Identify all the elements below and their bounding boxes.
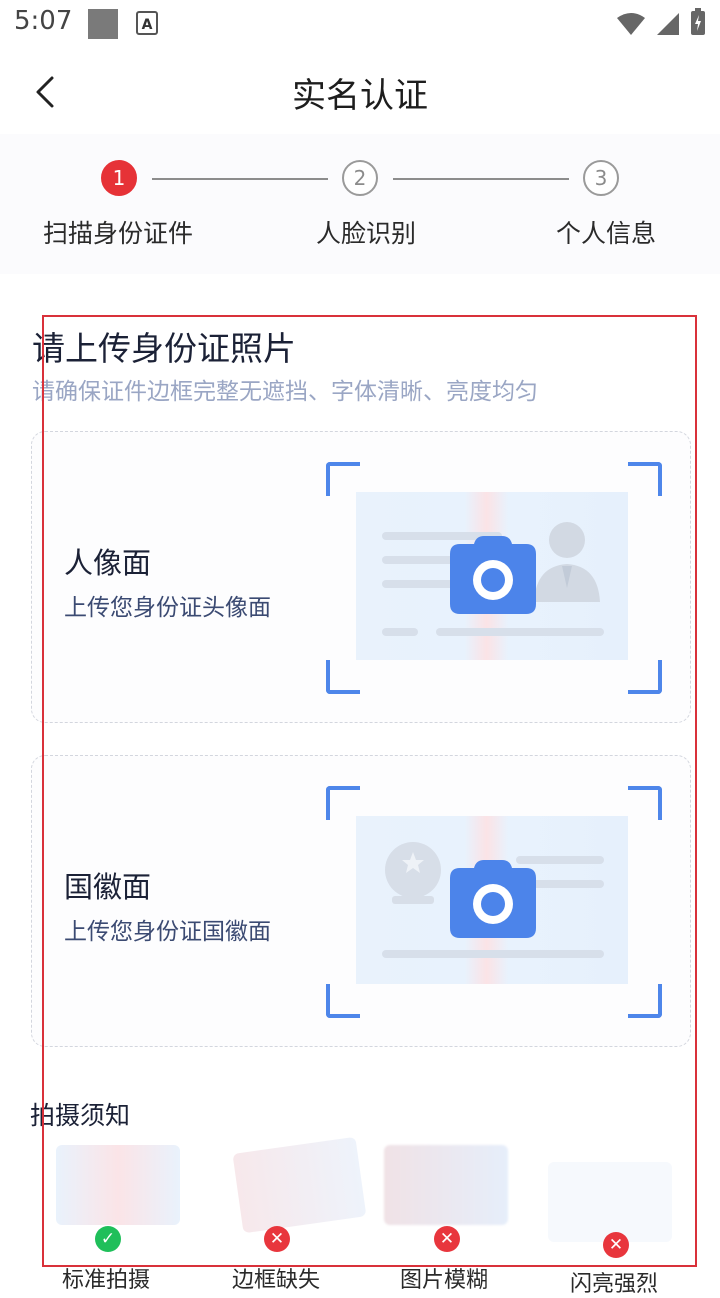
camera-icon <box>450 536 536 614</box>
tip-image <box>548 1162 672 1242</box>
portrait-silhouette-icon <box>534 522 600 602</box>
status-time: 5:07 <box>14 6 73 36</box>
notice-item-border-missing <box>232 1136 367 1241</box>
notice-label: 标准拍摄 <box>62 1268 151 1293</box>
stepper <box>0 134 720 274</box>
step-1-indicator: 1 <box>101 160 137 196</box>
notice-label: 边框缺失 <box>232 1268 321 1293</box>
step-connector <box>152 178 328 180</box>
signal-icon <box>657 13 679 35</box>
page-title: 实名认证 <box>292 76 428 116</box>
card-back-subtitle: 上传您身份证国徽面 <box>64 919 271 945</box>
status-indicators <box>616 8 706 36</box>
step-connector <box>393 178 569 180</box>
id-front-frame <box>326 462 662 694</box>
notice-item-standard <box>56 1145 180 1233</box>
upload-title: 请上传身份证照片 <box>32 329 296 368</box>
battery-icon <box>691 8 705 35</box>
camera-icon <box>450 860 536 938</box>
notice-item-blurry <box>384 1145 508 1233</box>
tip-image <box>232 1136 367 1234</box>
wifi-icon <box>617 13 645 35</box>
step-2-label: 人脸识别 <box>316 219 417 248</box>
id-back-upload-card[interactable]: 国徽面 上传您身份证国徽面 <box>31 755 691 1047</box>
notification-square-icon <box>88 9 118 39</box>
error-icon: ✕ <box>434 1226 460 1252</box>
upload-subtitle: 请确保证件边框完整无遮挡、字体清晰、亮度均匀 <box>32 379 538 405</box>
error-icon: ✕ <box>603 1232 629 1258</box>
step-1-label: 扫描身份证件 <box>43 219 194 248</box>
notice-label: 图片模糊 <box>400 1268 489 1293</box>
card-front-title: 人像面 <box>64 546 152 580</box>
step-2-indicator: 2 <box>342 160 378 196</box>
step-3-indicator: 3 <box>583 160 619 196</box>
card-front-subtitle: 上传您身份证头像面 <box>64 595 271 621</box>
tip-image <box>56 1145 180 1225</box>
error-icon: ✕ <box>264 1226 290 1252</box>
tip-image <box>384 1145 508 1225</box>
step-3-label: 个人信息 <box>556 219 657 248</box>
id-front-upload-card[interactable]: 人像面 上传您身份证头像面 <box>31 431 691 723</box>
check-icon: ✓ <box>95 1226 121 1252</box>
notice-label: 闪亮强烈 <box>570 1272 659 1297</box>
card-back-title: 国徽面 <box>64 870 152 904</box>
photo-notice-title: 拍摄须知 <box>30 1101 131 1130</box>
national-emblem-icon <box>385 842 441 904</box>
id-back-frame <box>326 786 662 1018</box>
a-notification-icon: A <box>136 11 158 35</box>
